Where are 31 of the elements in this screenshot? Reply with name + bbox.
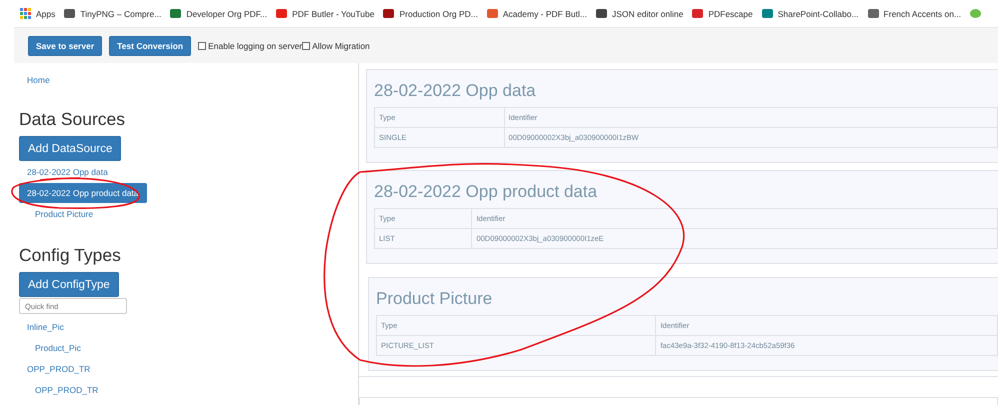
bookmark-link[interactable]: Production Org PD... [383,8,478,18]
add-datasource-button[interactable]: Add DataSource [19,136,122,161]
home-link[interactable]: Home [27,75,50,85]
add-configtype-button[interactable]: Add ConfigType [19,272,119,297]
checkbox-label: Allow Migration [312,40,370,50]
bookmark-link[interactable]: Developer Org PDF... [170,8,268,18]
bookmark-link[interactable]: PDF Butler - YouTube [276,8,374,18]
config-type-link[interactable]: Product_Pic [35,340,81,356]
bookmark-link[interactable]: French Accents on... [868,8,962,18]
favicon-icon [970,9,982,18]
config-type-link[interactable]: OPP_PROD_TR [35,382,98,398]
bookmark-link[interactable]: PDFescape [692,8,753,18]
panel-title: 28-02-2022 Opp data [374,81,537,101]
datasource-link[interactable]: 28-02-2022 Opp data [27,165,108,179]
panel-title: 28-02-2022 Opp product data [374,182,598,202]
checkbox[interactable] [198,42,206,50]
toolbar-button[interactable]: Test Conversion [109,36,192,56]
bookmark-link[interactable]: SharePoint-Collabo... [762,8,859,18]
section-heading: Config Types [19,245,122,266]
datasource-link[interactable]: Product Picture [35,207,94,221]
checkbox[interactable] [302,42,310,50]
checkbox-label: Enable logging on server [208,40,302,50]
panel-title: Product Picture [376,289,494,309]
bookmark-link[interactable]: Academy - PDF Butl... [486,8,587,18]
bookmark-link[interactable]: Apps [20,8,56,19]
config-type-link[interactable]: Inline_Pic [27,319,64,335]
bookmark-link[interactable]: JSON editor online [596,8,684,18]
config-type-link[interactable]: OPP_PROD_TR [27,361,90,377]
bookmark-link[interactable]: TinyPNG – Compre... [64,8,162,18]
toolbar-button[interactable]: Save to server [28,36,102,56]
section-heading: Data Sources [19,109,126,130]
